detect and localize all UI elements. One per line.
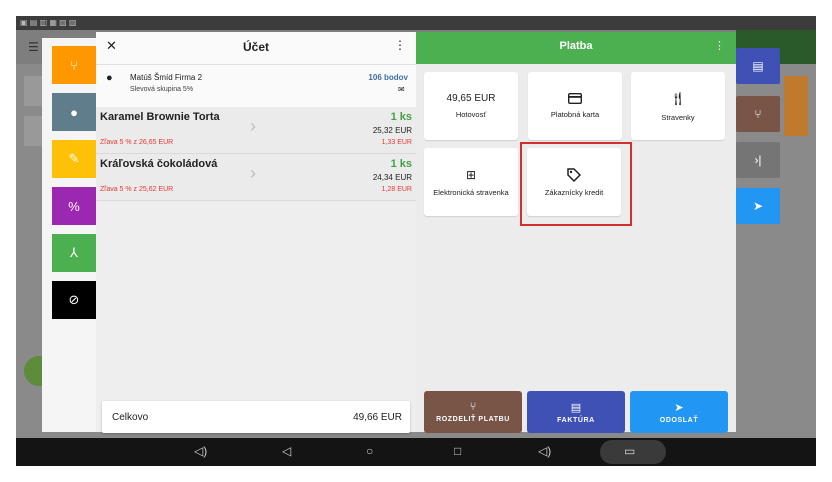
payment-card-tile[interactable]: Platobná karta: [528, 72, 622, 140]
split-icon[interactable]: ⑂: [736, 96, 780, 132]
mail-icon: ✉: [398, 85, 405, 94]
customer-group: Slevová skupina 5%: [130, 86, 194, 93]
document-icon: ▤: [570, 401, 582, 414]
back-icon[interactable]: ◁: [282, 444, 291, 458]
item-qty: 1 ks: [390, 111, 412, 123]
item-price: 24,34 EUR: [372, 173, 412, 182]
item-price: 25,32 EUR: [372, 126, 412, 135]
merge-icon[interactable]: ⅄: [52, 234, 96, 272]
split-icon: ⑂: [469, 401, 477, 413]
item-discount-note: Zľava 5 % z 25,62 EUR: [100, 186, 174, 193]
tile-label: Hotovosť: [455, 110, 487, 119]
tile-label: Elektronická stravenka: [433, 187, 509, 197]
home-icon[interactable]: ○: [366, 444, 373, 458]
item-name: Karamel Brownie Torta: [100, 111, 220, 123]
button-label: ROZDELIŤ PLATBU: [436, 416, 510, 423]
button-label: ODOSLAŤ: [659, 416, 699, 424]
tile-label: Platobná karta: [550, 110, 600, 119]
more-vert-icon[interactable]: ⋮: [714, 39, 725, 52]
item-discount: 1,28 EUR: [381, 186, 412, 193]
send-button[interactable]: ➤ ODOSLAŤ: [630, 391, 728, 433]
account-title: Účet: [242, 40, 269, 54]
payment-title: Platba: [559, 40, 593, 52]
customer-points: 106 bodov: [368, 73, 408, 82]
more-vert-icon[interactable]: ⋮: [394, 38, 406, 52]
button-label: FAKTÚRA: [557, 416, 595, 424]
chevron-right-icon: ›: [250, 116, 256, 136]
item-name: Kráľovská čokoládová: [100, 158, 218, 170]
payment-cash-tile[interactable]: 49,65 EUR Hotovosť: [424, 72, 518, 140]
no-tag-icon[interactable]: ⊘: [52, 281, 96, 319]
item-discount-note: Zľava 5 % z 26,65 EUR: [100, 139, 174, 146]
cash-amount: 49,65 EUR: [446, 93, 496, 104]
credit-card-icon: [568, 93, 582, 104]
highlight-box: [520, 142, 632, 226]
skip-icon[interactable]: ›|: [736, 142, 780, 178]
customer-name: Matúš Šmíd Firma 2: [130, 73, 203, 82]
percent-icon[interactable]: %: [52, 187, 96, 225]
status-icons: ▣ ▤ ▥ ▦ ▧ ▨: [20, 18, 77, 27]
navigation-bar: [16, 438, 816, 466]
camera-icon[interactable]: ▭: [624, 444, 635, 458]
tile-label: Stravenky: [661, 112, 695, 122]
split-icon[interactable]: ⑂: [52, 46, 96, 84]
send-icon: ➤: [674, 401, 684, 414]
total-value: 49,66 EUR: [353, 412, 402, 423]
recents-icon[interactable]: □: [454, 444, 461, 458]
status-bar: ▣ ▤ ▥ ▦ ▧ ▨: [16, 16, 816, 30]
document-icon[interactable]: ▤: [736, 48, 780, 84]
e-voucher-icon: ⊞: [465, 167, 477, 182]
person-icon[interactable]: ●: [52, 93, 96, 131]
item-discount: 1,33 EUR: [381, 139, 412, 146]
payment-vouchers-tile[interactable]: 🍴︎ Stravenky: [631, 72, 725, 140]
invoice-button[interactable]: ▤ FAKTÚRA: [527, 391, 625, 433]
background-block: [784, 76, 808, 136]
customer-icon: ●: [106, 72, 113, 84]
item-qty: 1 ks: [390, 158, 412, 170]
edit-icon[interactable]: ✎: [52, 140, 96, 178]
device-screen: ▣ ▤ ▥ ▦ ▧ ▨ ☰ ⑂ ● ✎ % ⅄ ⊘ ✕ Účet ⋮ ● Mat…: [16, 16, 816, 466]
send-icon[interactable]: ➤: [736, 188, 780, 224]
chevron-right-icon: ›: [250, 163, 256, 183]
menu-icon: ☰: [28, 40, 39, 54]
volume-icon[interactable]: ◁): [538, 444, 551, 458]
split-payment-button[interactable]: ⑂ ROZDELIŤ PLATBU: [424, 391, 522, 433]
payment-e-voucher-tile[interactable]: ⊞ Elektronická stravenka: [424, 148, 518, 216]
total-label: Celkovo: [112, 412, 149, 423]
cutlery-icon: 🍴︎: [669, 90, 687, 106]
volume-icon[interactable]: ◁): [194, 444, 207, 458]
